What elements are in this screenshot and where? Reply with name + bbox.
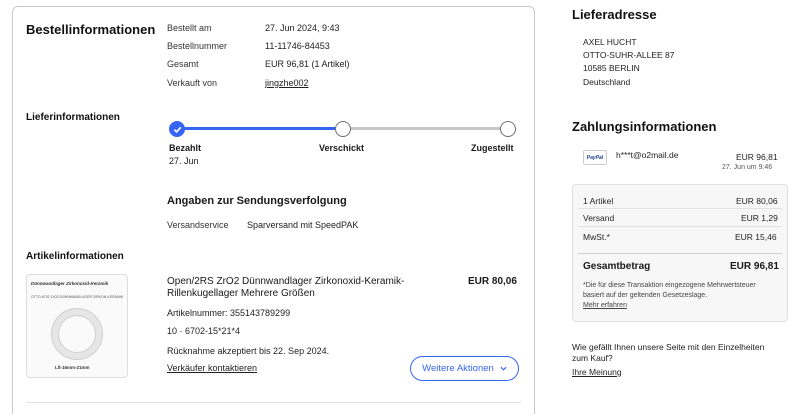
order-number-value: 11-11746-84453 bbox=[265, 41, 330, 51]
summary-divider-1 bbox=[578, 208, 782, 209]
payment-email: h***t@o2mail.de bbox=[616, 150, 679, 160]
paypal-logo-text: PayPal bbox=[586, 154, 604, 161]
product-price: EUR 80,06 bbox=[468, 276, 517, 287]
chevron-down-icon bbox=[500, 366, 507, 371]
item-divider bbox=[26, 402, 521, 403]
seller-label: Verkauft von bbox=[167, 78, 218, 88]
contact-seller-link[interactable]: Verkäufer kontaktieren bbox=[167, 363, 257, 373]
step-delivered-circle bbox=[500, 121, 516, 137]
step-paid-date: 27. Jun bbox=[169, 156, 199, 166]
seller-link[interactable]: jingzhe002 bbox=[265, 78, 309, 88]
delivery-address-title: Lieferadresse bbox=[572, 7, 657, 22]
delivery-info-title: Lieferinformationen bbox=[26, 112, 120, 123]
payment-amount: EUR 96,81 bbox=[736, 152, 778, 162]
order-total-label: Gesamt bbox=[167, 59, 199, 69]
return-policy-note: Rücknahme akzeptiert bis 22. Sep 2024. bbox=[167, 346, 330, 356]
product-title-line2[interactable]: Rillenkugellager Mehrere Größen bbox=[167, 288, 315, 299]
thumb-text-3: Lß-16mm-21mm bbox=[55, 365, 90, 370]
article-number: Artikelnummer: 355143789299 bbox=[167, 308, 291, 318]
summary-shipping-label: Versand bbox=[583, 213, 615, 223]
shipping-service-value: Sparversand mit SpeedPAK bbox=[247, 220, 359, 230]
more-actions-button[interactable]: Weitere Aktionen bbox=[410, 356, 519, 381]
summary-divider-3 bbox=[578, 253, 782, 254]
order-info-title: Bestellinformationen bbox=[26, 22, 156, 37]
step-paid-label: Bezahlt bbox=[169, 143, 202, 153]
summary-divider-2 bbox=[578, 226, 782, 227]
address-street: OTTO-SUHR-ALLEE 87 bbox=[583, 50, 675, 60]
bearing-ring-image bbox=[51, 308, 103, 360]
product-image[interactable]: Dünnwandlager Zirkonoxid-Keramik OTTO-67… bbox=[26, 274, 128, 378]
thumb-text-2: OTTO-6702 ZrO2 DÜNNWANDLAGER ZIRKON-KERA… bbox=[31, 295, 124, 299]
learn-more-link[interactable]: Mehr erfahren bbox=[583, 302, 627, 309]
address-city: 10585 BERLIN bbox=[583, 63, 640, 73]
order-number-label: Bestellnummer bbox=[167, 41, 228, 51]
product-title-line1[interactable]: Open/2RS ZrO2 Dünnwandlager Zirkonoxid-K… bbox=[167, 276, 404, 287]
order-date-value: 27. Jun 2024, 9:43 bbox=[265, 23, 340, 33]
more-actions-label: Weitere Aktionen bbox=[422, 363, 494, 374]
item-info-title: Artikelinformationen bbox=[26, 251, 124, 262]
summary-vat-label: MwSt.* bbox=[583, 232, 610, 242]
total-label: Gesamtbetrag bbox=[583, 261, 651, 272]
feedback-question-line2: zum Kauf? bbox=[572, 353, 613, 363]
check-icon bbox=[173, 126, 181, 133]
summary-shipping-value: EUR 1,29 bbox=[741, 213, 778, 223]
step-paid-circle bbox=[169, 121, 185, 137]
feedback-question-line1: Wie gefällt Ihnen unsere Seite mit den E… bbox=[572, 342, 765, 352]
progress-fill bbox=[184, 127, 347, 130]
address-name: AXEL HUCHT bbox=[583, 37, 637, 47]
step-delivered-label: Zugestellt bbox=[471, 143, 514, 153]
order-date-label: Bestellt am bbox=[167, 23, 212, 33]
vat-note-line2: basiert auf der geltenden Gesetzeslage. bbox=[583, 292, 708, 299]
product-variant: 10 · 6702-15*21*4 bbox=[167, 326, 241, 336]
shipping-service-label: Versandservice bbox=[167, 220, 229, 230]
paypal-icon: PayPal bbox=[583, 150, 607, 165]
order-total-value: EUR 96,81 (1 Artikel) bbox=[265, 59, 350, 69]
payment-date: 27. Jun um 9:46 bbox=[722, 164, 773, 171]
payment-info-title: Zahlungsinformationen bbox=[572, 119, 717, 134]
summary-vat-value: EUR 15,46 bbox=[735, 232, 777, 242]
step-shipped-label: Verschickt bbox=[319, 143, 365, 153]
vat-note-line1: *Die für diese Transaktion eingezogene M… bbox=[583, 282, 756, 289]
summary-items-label: 1 Artikel bbox=[583, 196, 614, 206]
step-shipped-circle bbox=[335, 121, 351, 137]
thumb-text-1: Dünnwandlager Zirkonoxid-Keramik bbox=[31, 281, 109, 286]
total-value: EUR 96,81 bbox=[730, 261, 779, 272]
address-country: Deutschland bbox=[583, 77, 631, 87]
feedback-link[interactable]: Ihre Meinung bbox=[572, 367, 622, 377]
tracking-title: Angaben zur Sendungsverfolgung bbox=[167, 195, 347, 207]
summary-items-value: EUR 80,06 bbox=[736, 196, 778, 206]
